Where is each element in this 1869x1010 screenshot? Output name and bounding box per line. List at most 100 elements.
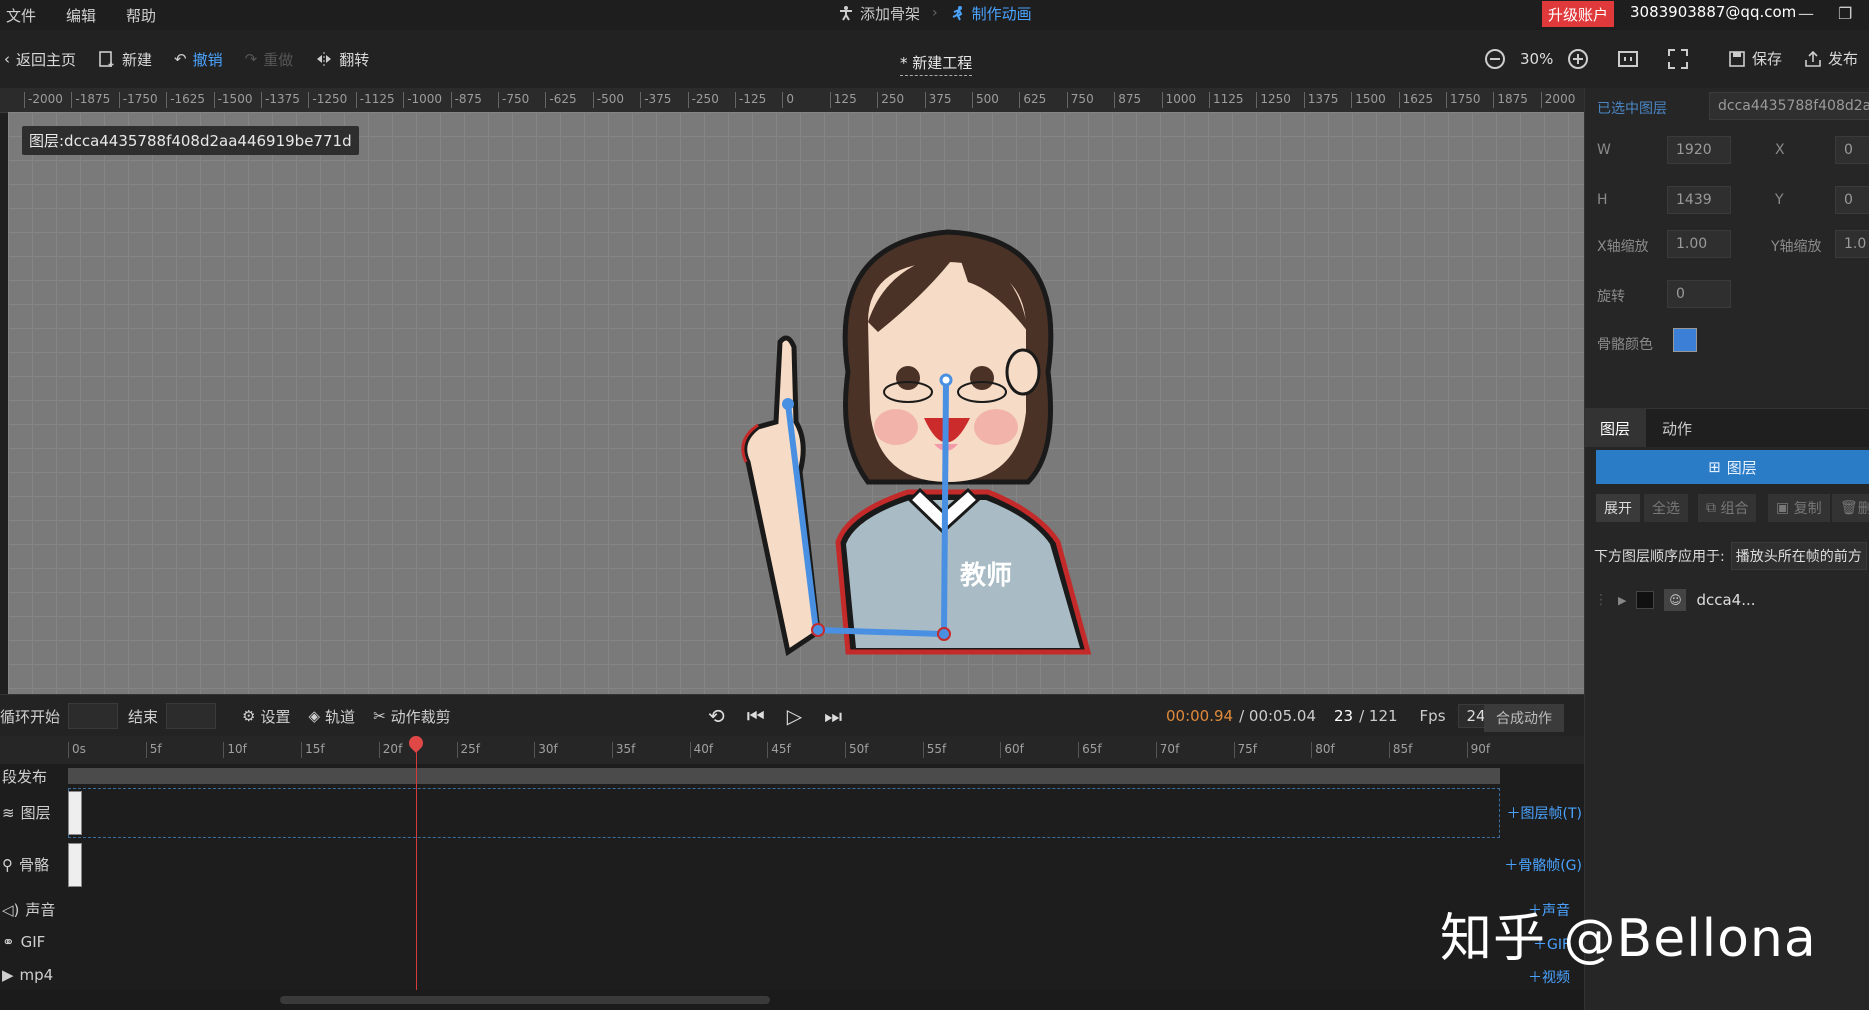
bone-color-swatch[interactable] <box>1673 328 1697 352</box>
back-home-button[interactable]: ‹ 返回主页 <box>4 49 76 70</box>
bone-keyframe[interactable] <box>68 843 82 887</box>
speaker-icon: ◁) <box>2 900 20 919</box>
fullscreen-icon[interactable] <box>1667 48 1689 70</box>
chevron-right-icon: › <box>932 5 938 21</box>
track-gif: ⚭ GIF ＋GIF <box>0 926 1584 961</box>
shirt-text: 教师 <box>960 561 1012 591</box>
selected-layer-label: 已选中图层 <box>1597 101 1667 117</box>
track-layer-label: 图层 <box>20 804 51 822</box>
ruler-tick: -625 <box>545 92 577 108</box>
track-segment-label: 段发布 <box>2 768 48 786</box>
layer-list-item[interactable]: ⋮ ▶ ☺ dcca4... <box>1594 586 1869 614</box>
track-gif-name: ⚭ GIF <box>2 933 45 951</box>
layer-keyframe-area[interactable] <box>68 788 1500 838</box>
scissors-icon: ✂ <box>373 707 386 725</box>
expand-arrow-icon[interactable]: ▶ <box>1618 594 1626 607</box>
copy-button[interactable]: ▣ 复制 <box>1768 494 1830 522</box>
chevron-left-icon: ‹ <box>4 50 10 68</box>
link-icon: ⚭ <box>2 933 15 951</box>
add-layer-button[interactable]: ⊞ 图层 <box>1596 450 1869 484</box>
scale-y-field[interactable]: 1.0 <box>1835 230 1869 258</box>
zoom-out-icon[interactable] <box>1484 48 1506 70</box>
y-field[interactable]: 0 <box>1835 186 1869 214</box>
layer-keyframe[interactable] <box>68 791 82 835</box>
menu-help[interactable]: 帮助 <box>126 5 156 26</box>
step-make-animation[interactable]: 制作动画 <box>950 3 1032 24</box>
replay-icon[interactable]: ⟲ <box>708 704 725 728</box>
frame-tick: 35f <box>611 742 635 758</box>
group-button[interactable]: ⧉ 组合 <box>1698 494 1757 522</box>
timeline-scrollbar[interactable] <box>0 990 1584 1010</box>
x-field[interactable]: 0 <box>1835 136 1869 164</box>
canvas-layer-label: 图层:dcca4435788f408d2aa446919be771d <box>22 126 359 155</box>
restore-icon[interactable]: ❐ <box>1838 4 1852 23</box>
scrollbar-thumb[interactable] <box>280 996 770 1004</box>
rotation-field[interactable]: 0 <box>1667 280 1731 308</box>
add-bone-frame-button[interactable]: ＋骨骼帧(G) <box>1504 855 1582 875</box>
character-illustration[interactable]: 教师 <box>728 182 1128 682</box>
step-add-skeleton[interactable]: 添加骨架 <box>838 3 920 24</box>
add-layer-frame-button[interactable]: ＋图层帧(T) <box>1507 803 1582 823</box>
menu-file[interactable]: 文件 <box>6 5 36 26</box>
layer-order-select[interactable]: 播放头所在帧的前方 <box>1730 542 1867 570</box>
minimize-icon[interactable]: — <box>1798 4 1814 23</box>
fit-screen-icon[interactable] <box>1617 48 1639 70</box>
bone-color-label: 骨骼颜色 <box>1597 337 1653 353</box>
tab-layers[interactable]: 图层 <box>1584 409 1647 447</box>
previous-frame-icon[interactable]: ⏮ <box>747 704 765 728</box>
frame-tick: 20f <box>378 742 402 758</box>
upgrade-account-button[interactable]: 升级账户 <box>1542 1 1615 27</box>
zoom-in-icon[interactable] <box>1567 48 1589 70</box>
fps-value: 24 <box>1466 707 1486 725</box>
track-mp4: ▶ mp4 ＋视频 <box>0 960 1584 991</box>
current-time: 00:00.94 <box>1166 707 1234 725</box>
ruler-tick: 1375 <box>1303 92 1338 108</box>
loop-start-input[interactable] <box>68 703 119 729</box>
playhead-line[interactable] <box>416 736 417 990</box>
visibility-checkbox[interactable] <box>1636 591 1655 609</box>
crop-action-button[interactable]: ✂ 动作裁剪 <box>373 706 451 727</box>
select-all-button[interactable]: 全选 <box>1644 494 1688 522</box>
save-button[interactable]: 保存 <box>1728 48 1782 69</box>
expand-button[interactable]: 展开 <box>1596 494 1640 522</box>
selected-layer-field[interactable]: dcca4435788f408d2a <box>1709 92 1869 120</box>
zoom-level: 30% <box>1520 50 1554 68</box>
delete-button[interactable]: 🗑 删 <box>1832 494 1869 522</box>
publish-button[interactable]: 发布 <box>1804 48 1858 69</box>
flip-button[interactable]: 翻转 <box>315 49 369 70</box>
undo-button[interactable]: ↶ 撤销 <box>174 49 223 70</box>
canvas-stage[interactable]: 教师 <box>8 112 1584 694</box>
settings-button[interactable]: ⚙ 设置 <box>242 706 290 727</box>
project-title[interactable]: * 新建工程 <box>900 52 973 76</box>
play-icon[interactable]: ▷ <box>787 704 802 728</box>
loop-end-input[interactable] <box>166 703 217 729</box>
redo-icon: ↷ <box>244 50 258 68</box>
ruler-tick: 1750 <box>1446 92 1481 108</box>
redo-button[interactable]: ↷ 重做 <box>245 49 294 70</box>
track-mp4-label: mp4 <box>19 966 54 984</box>
width-field[interactable]: 1920 <box>1667 136 1731 164</box>
compose-action-button[interactable]: 合成动作 <box>1484 704 1564 732</box>
next-frame-icon[interactable]: ⏭ <box>824 704 842 728</box>
segment-bar[interactable] <box>68 768 1500 784</box>
rotation-label: 旋转 <box>1597 289 1625 305</box>
height-field[interactable]: 1439 <box>1667 186 1731 214</box>
width-label: W <box>1597 142 1611 158</box>
ruler-tick: 1625 <box>1398 92 1433 108</box>
ruler-tick: -1875 <box>71 92 110 108</box>
ruler-tick: -125 <box>735 92 766 108</box>
new-button[interactable]: 新建 <box>98 49 152 70</box>
copy-label: 复制 <box>1793 501 1822 517</box>
drag-handle-icon[interactable]: ⋮ <box>1594 592 1608 608</box>
ruler-tick: 1875 <box>1493 92 1528 108</box>
account-email[interactable]: 3083903887@qq.com <box>1630 3 1796 21</box>
ruler-tick: -875 <box>450 92 482 108</box>
tab-actions[interactable]: 动作 <box>1646 409 1708 447</box>
height-label: H <box>1597 192 1608 208</box>
scale-x-field[interactable]: 1.00 <box>1667 230 1731 258</box>
frame-ruler[interactable]: 0s 5f 10f 15f 20f 25f 30f 35f 40f 45f 50f 55f 60f 65f… <box>0 736 1584 765</box>
track-button[interactable]: ◈ 轨道 <box>309 706 356 727</box>
menu-edit[interactable]: 编辑 <box>66 5 96 26</box>
frame-tick: 75f <box>1233 742 1257 758</box>
track-sound-name: ◁) 声音 <box>2 899 55 920</box>
